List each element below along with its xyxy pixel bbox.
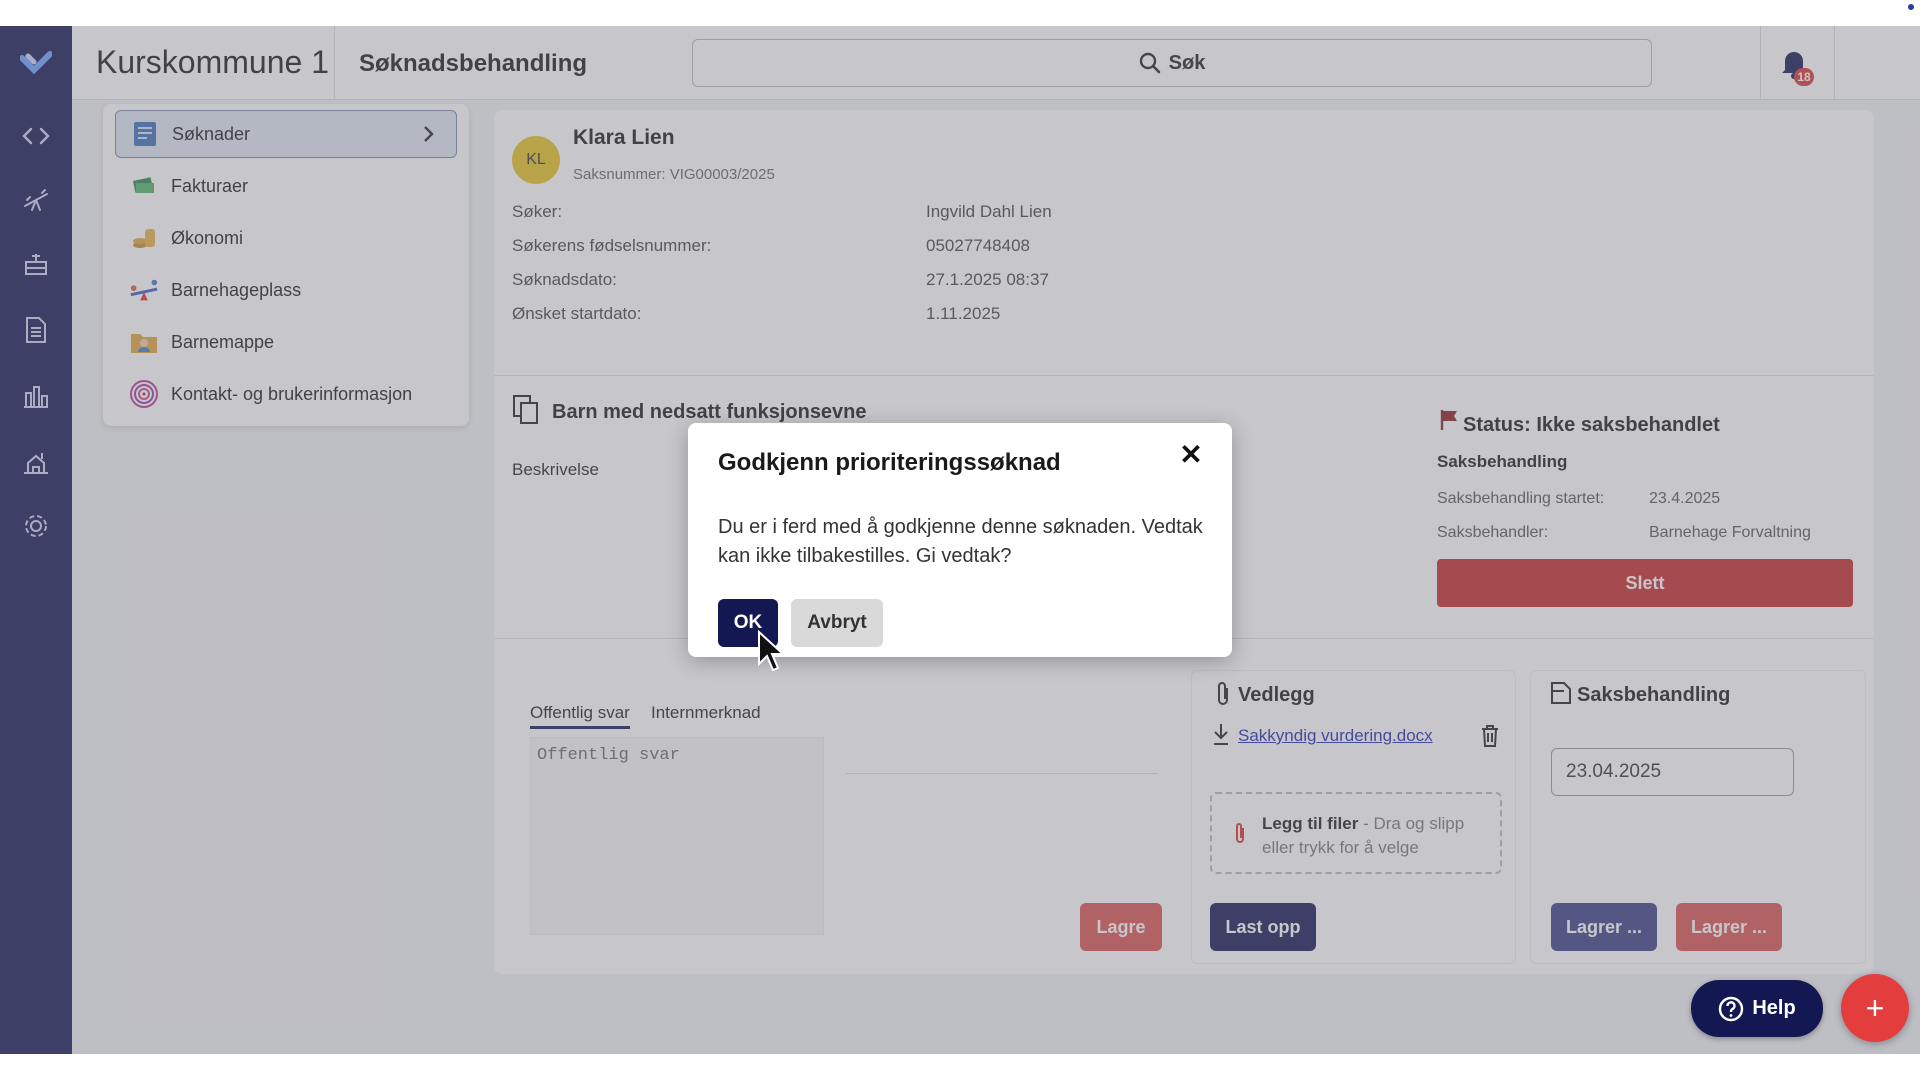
help-icon	[1719, 996, 1744, 1021]
close-icon[interactable]: ✕	[1176, 439, 1206, 470]
bottom-strip	[0, 1054, 1920, 1080]
confirm-dialog: Godkjenn prioriteringssøknad ✕ Du er i f…	[688, 423, 1232, 657]
add-button[interactable]: +	[1841, 974, 1909, 1042]
dialog-message: Du er i ferd med å godkjenne denne søkna…	[718, 516, 1203, 567]
help-button[interactable]: Help	[1691, 980, 1823, 1037]
top-strip	[0, 0, 1920, 26]
cancel-button[interactable]: Avbryt	[791, 599, 883, 647]
indicator-dot	[1908, 4, 1914, 10]
mouse-cursor-icon	[758, 630, 785, 672]
dialog-title: Godkjenn prioriteringssøknad	[718, 449, 1061, 476]
help-label: Help	[1752, 997, 1796, 1019]
